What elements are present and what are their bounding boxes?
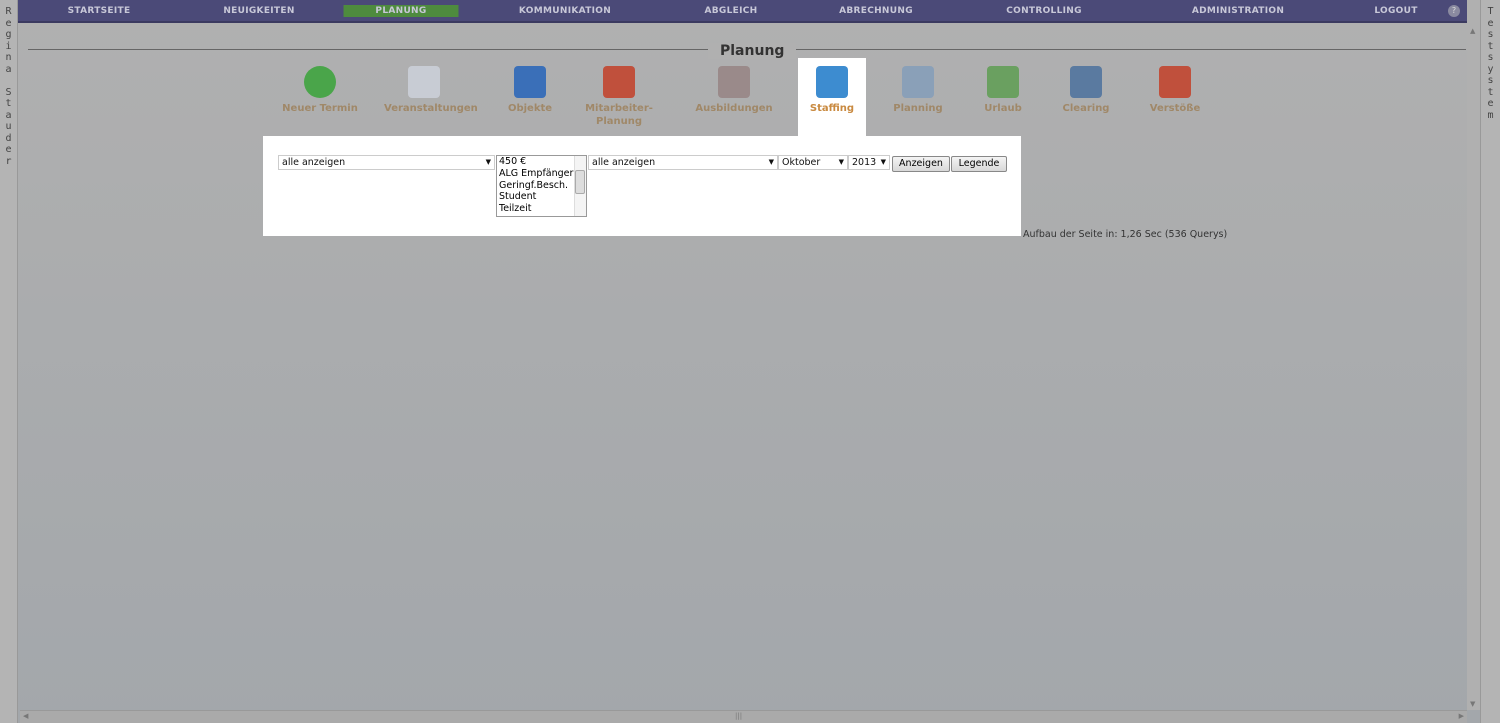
tool-label: Veranstaltungen <box>384 103 478 114</box>
nav-abgleich[interactable]: ABGLEICH <box>705 6 758 16</box>
strip-letter: s <box>1487 29 1494 40</box>
filter-panel: alle anzeigen ▼ 450 € ALG Empfänger Geringf… <box>263 136 1021 236</box>
filter-select-2-value: alle anzeigen <box>592 157 656 168</box>
nav-controlling[interactable]: CONTROLLING <box>1006 6 1082 16</box>
tool-clearing[interactable]: Clearing <box>1046 58 1126 136</box>
listbox-option[interactable]: Geringf.Besch. <box>499 180 586 192</box>
main-nav: STARTSEITE NEUIGKEITEN PLANUNG KOMMUNIKATIO… <box>18 0 1467 23</box>
nav-planung[interactable]: PLANUNG <box>343 5 459 17</box>
tool-label: Neuer Termin <box>282 103 358 114</box>
listbox-option[interactable]: Student <box>499 191 586 203</box>
year-select[interactable]: 2013 ▼ <box>848 155 890 170</box>
strip-letter: a <box>5 109 12 121</box>
strip-letter: a <box>5 63 12 75</box>
strip-letter: m <box>1487 109 1494 121</box>
strip-letter: T <box>1487 6 1494 17</box>
tool-neuer-termin[interactable]: Neuer Termin <box>280 58 360 136</box>
book-icon <box>718 66 750 98</box>
strip-letter: e <box>5 17 12 29</box>
tool-label: Staffing <box>809 103 855 114</box>
tool-ausbildungen[interactable]: Ausbildungen <box>694 58 774 136</box>
cube-icon <box>514 66 546 98</box>
plus-circle-icon <box>304 66 336 98</box>
strip-letter: e <box>1487 17 1494 29</box>
tool-staffing[interactable]: Staffing <box>798 58 866 136</box>
nav-startseite[interactable]: STARTSEITE <box>68 6 131 16</box>
tool-mitarbeiter-planung[interactable]: Mitarbeiter-Planung <box>579 58 659 136</box>
strip-letter: t <box>1487 40 1494 52</box>
strip-letter: t <box>5 98 12 109</box>
strip-letter: r <box>5 155 12 167</box>
people-icon <box>603 66 635 98</box>
strip-letter: e <box>5 144 12 155</box>
user-name-strip: Regina Stauder <box>0 0 18 723</box>
employment-type-listbox[interactable]: 450 € ALG Empfänger Geringf.Besch. Student T… <box>496 155 587 217</box>
gantt-icon <box>987 66 1019 98</box>
help-icon[interactable]: ? <box>1448 5 1460 17</box>
strip-letter: d <box>5 132 12 144</box>
listbox-option[interactable]: ALG Empfänger <box>499 168 586 180</box>
strip-letter: e <box>1487 98 1494 109</box>
strip-letter: t <box>1487 86 1494 98</box>
filter-select-1[interactable]: alle anzeigen ▼ <box>278 155 495 170</box>
tool-label: Planning <box>893 103 943 114</box>
strip-letter: u <box>5 121 12 132</box>
dropdown-arrow-icon: ▼ <box>838 158 844 166</box>
tool-verstöße[interactable]: Verstöße <box>1135 58 1215 136</box>
lamp-icon <box>1070 66 1102 98</box>
nav-administration[interactable]: ADMINISTRATION <box>1192 6 1284 16</box>
tool-urlaub[interactable]: Urlaub <box>963 58 1043 136</box>
violation-icon <box>1159 66 1191 98</box>
strip-letter: s <box>1487 52 1494 63</box>
strip-letter: s <box>1487 75 1494 86</box>
tool-label: Objekte <box>507 103 553 114</box>
listbox-option[interactable]: Teilzeit <box>499 203 586 215</box>
filter-select-2[interactable]: alle anzeigen ▼ <box>588 155 778 170</box>
strip-letter: i <box>5 40 12 52</box>
tool-planning[interactable]: Planning <box>878 58 958 136</box>
strip-letter: y <box>1487 63 1494 75</box>
tool-label: Urlaub <box>984 103 1022 114</box>
tool-label: Mitarbeiter-Planung <box>585 103 653 127</box>
listbox-scrollbar[interactable] <box>574 156 586 216</box>
dropdown-arrow-icon: ▼ <box>768 158 774 166</box>
listbox-option[interactable]: 450 € <box>499 156 586 168</box>
dropdown-arrow-icon: ▼ <box>880 158 886 166</box>
strip-letter: g <box>5 29 12 40</box>
flowchart-icon <box>408 66 440 98</box>
staffing-sheet-icon <box>816 66 848 98</box>
page-title: Planung <box>708 43 797 59</box>
nav-logout[interactable]: LOGOUT <box>1374 6 1417 16</box>
strip-letter: S <box>5 86 12 98</box>
tool-label: Verstöße <box>1149 103 1201 114</box>
tool-veranstaltungen[interactable]: Veranstaltungen <box>384 58 478 136</box>
tool-objekte[interactable]: Objekte <box>490 58 570 136</box>
system-label-strip: Testsystem <box>1480 0 1500 723</box>
month-select[interactable]: Oktober ▼ <box>778 155 848 170</box>
nav-neuigkeiten[interactable]: NEUIGKEITEN <box>223 6 294 16</box>
horizontal-scrollbar[interactable]: ◀ ||| ▶ <box>20 710 1467 723</box>
dropdown-arrow-icon: ▼ <box>485 158 491 166</box>
strip-letter: n <box>5 52 12 63</box>
year-value: 2013 <box>852 157 877 168</box>
vertical-scrollbar[interactable]: ▲ ▼ <box>1467 25 1480 710</box>
legend-button[interactable]: Legende <box>951 156 1007 172</box>
calendar-grid-icon <box>902 66 934 98</box>
strip-letter: R <box>5 6 12 17</box>
month-value: Oktober <box>782 157 821 168</box>
show-button[interactable]: Anzeigen <box>892 156 950 172</box>
nav-kommunikation[interactable]: KOMMUNIKATION <box>519 6 611 16</box>
page-build-time: Aufbau der Seite in: 1,26 Sec (536 Query… <box>1023 229 1228 240</box>
strip-letter <box>0 75 17 87</box>
nav-abrechnung[interactable]: ABRECHNUNG <box>839 6 913 16</box>
tool-label: Ausbildungen <box>695 103 773 114</box>
filter-select-1-value: alle anzeigen <box>282 157 346 168</box>
tool-label: Clearing <box>1062 103 1110 114</box>
